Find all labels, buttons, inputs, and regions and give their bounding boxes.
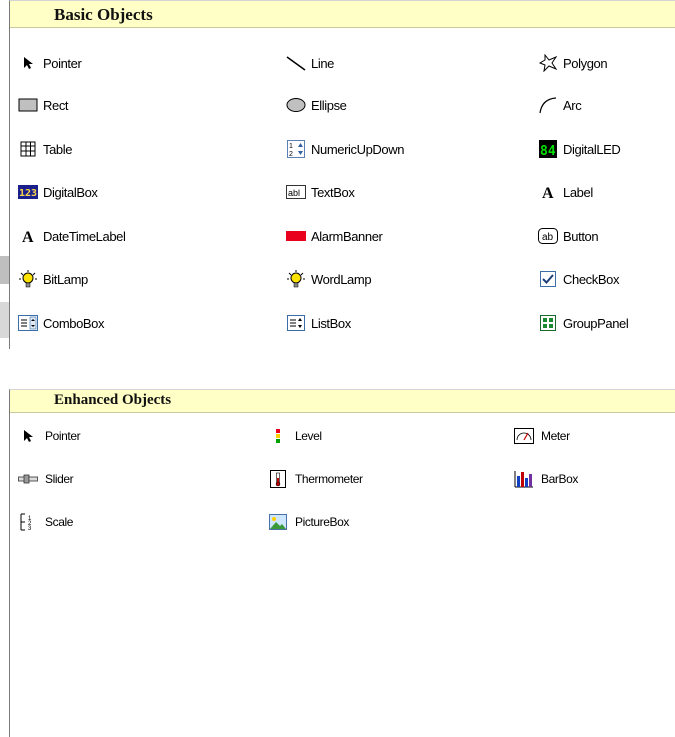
polygon-icon xyxy=(538,54,558,72)
tool-grouppanel[interactable]: GroupPanel xyxy=(538,312,629,334)
ellipse-icon xyxy=(286,96,306,114)
table-grid-icon xyxy=(18,140,38,158)
tool-digitalbox[interactable]: 123 DigitalBox xyxy=(18,181,98,203)
tool-datetimelabel[interactable]: A DateTimeLabel xyxy=(18,225,126,247)
enhanced-objects-panel: Enhanced Objects Pointer Level Meter Sli… xyxy=(9,389,675,737)
svg-text:A: A xyxy=(22,229,34,244)
tool-polygon[interactable]: Polygon xyxy=(538,52,608,74)
textbox-icon: abl xyxy=(286,183,306,201)
tool-listbox[interactable]: ListBox xyxy=(286,312,351,334)
picture-icon xyxy=(268,513,288,531)
tool-label[interactable]: A Label xyxy=(538,181,593,203)
svg-text:2: 2 xyxy=(289,151,293,158)
basic-objects-header[interactable]: Basic Objects xyxy=(10,1,675,28)
scale-icon: 123 xyxy=(18,513,38,531)
thermometer-icon xyxy=(268,470,288,488)
svg-text:ab: ab xyxy=(542,232,554,243)
numeric-updown-icon: 12 xyxy=(286,140,306,158)
label-a-icon: A xyxy=(18,227,38,245)
enhanced-objects-title: Enhanced Objects xyxy=(54,392,172,408)
lamp-bulb-icon xyxy=(286,270,306,288)
tool-enh-scale[interactable]: 123 Scale xyxy=(18,511,73,533)
rectangle-icon xyxy=(18,96,38,114)
lamp-bulb-icon xyxy=(18,270,38,288)
tool-enh-picturebox[interactable]: PictureBox xyxy=(268,511,349,533)
digital-led-icon: 84 xyxy=(538,140,558,158)
group-panel-icon xyxy=(538,314,558,332)
button-ab-icon: ab xyxy=(538,227,558,245)
tool-combobox[interactable]: ComboBox xyxy=(18,312,105,334)
tool-textbox[interactable]: abl TextBox xyxy=(286,181,355,203)
tool-ellipse[interactable]: Ellipse xyxy=(286,94,347,116)
pointer-arrow-icon xyxy=(18,54,38,72)
tool-enh-pointer[interactable]: Pointer xyxy=(18,425,81,447)
tool-pointer[interactable]: Pointer xyxy=(18,52,82,74)
tool-enh-slider[interactable]: Slider xyxy=(18,468,74,490)
tool-table[interactable]: Table xyxy=(18,138,72,160)
tool-digitalled[interactable]: 84 DigitalLED xyxy=(538,138,621,160)
tool-line[interactable]: Line xyxy=(286,52,334,74)
svg-text:1: 1 xyxy=(289,143,293,150)
tool-rect[interactable]: Rect xyxy=(18,94,69,116)
svg-text:A: A xyxy=(542,185,554,200)
slider-icon xyxy=(18,470,38,488)
digital-box-icon: 123 xyxy=(18,183,38,201)
listbox-icon xyxy=(286,314,306,332)
basic-objects-title: Basic Objects xyxy=(54,5,153,24)
tool-arc[interactable]: Arc xyxy=(538,94,582,116)
tool-button[interactable]: ab Button xyxy=(538,225,599,247)
tool-bitlamp[interactable]: BitLamp xyxy=(18,268,88,290)
svg-text:84: 84 xyxy=(540,144,556,158)
basic-objects-panel: Basic Objects Pointer Line Polygon Rect … xyxy=(9,0,675,349)
enhanced-objects-header[interactable]: Enhanced Objects xyxy=(10,390,675,413)
line-icon xyxy=(286,54,306,72)
left-edge-fragment xyxy=(0,302,9,338)
bar-chart-icon xyxy=(514,470,534,488)
tool-wordlamp[interactable]: WordLamp xyxy=(286,268,372,290)
svg-text:123: 123 xyxy=(19,188,37,199)
alarm-banner-icon xyxy=(286,227,306,245)
tool-enh-meter[interactable]: Meter xyxy=(514,425,570,447)
tool-alarmbanner[interactable]: AlarmBanner xyxy=(286,225,383,247)
label-a-icon: A xyxy=(538,183,558,201)
svg-text:3: 3 xyxy=(28,526,32,531)
meter-icon xyxy=(514,427,534,445)
tool-enh-barbox[interactable]: BarBox xyxy=(514,468,578,490)
svg-text:abl: abl xyxy=(288,188,300,198)
checkbox-icon xyxy=(538,270,558,288)
tool-enh-thermometer[interactable]: Thermometer xyxy=(268,468,363,490)
level-icon xyxy=(268,427,288,445)
tool-checkbox[interactable]: CheckBox xyxy=(538,268,619,290)
arc-icon xyxy=(538,96,558,114)
combobox-icon xyxy=(18,314,38,332)
left-edge-fragment xyxy=(0,256,9,284)
tool-numericupdown[interactable]: 12 NumericUpDown xyxy=(286,138,404,160)
pointer-arrow-icon xyxy=(18,427,38,445)
tool-enh-level[interactable]: Level xyxy=(268,425,322,447)
